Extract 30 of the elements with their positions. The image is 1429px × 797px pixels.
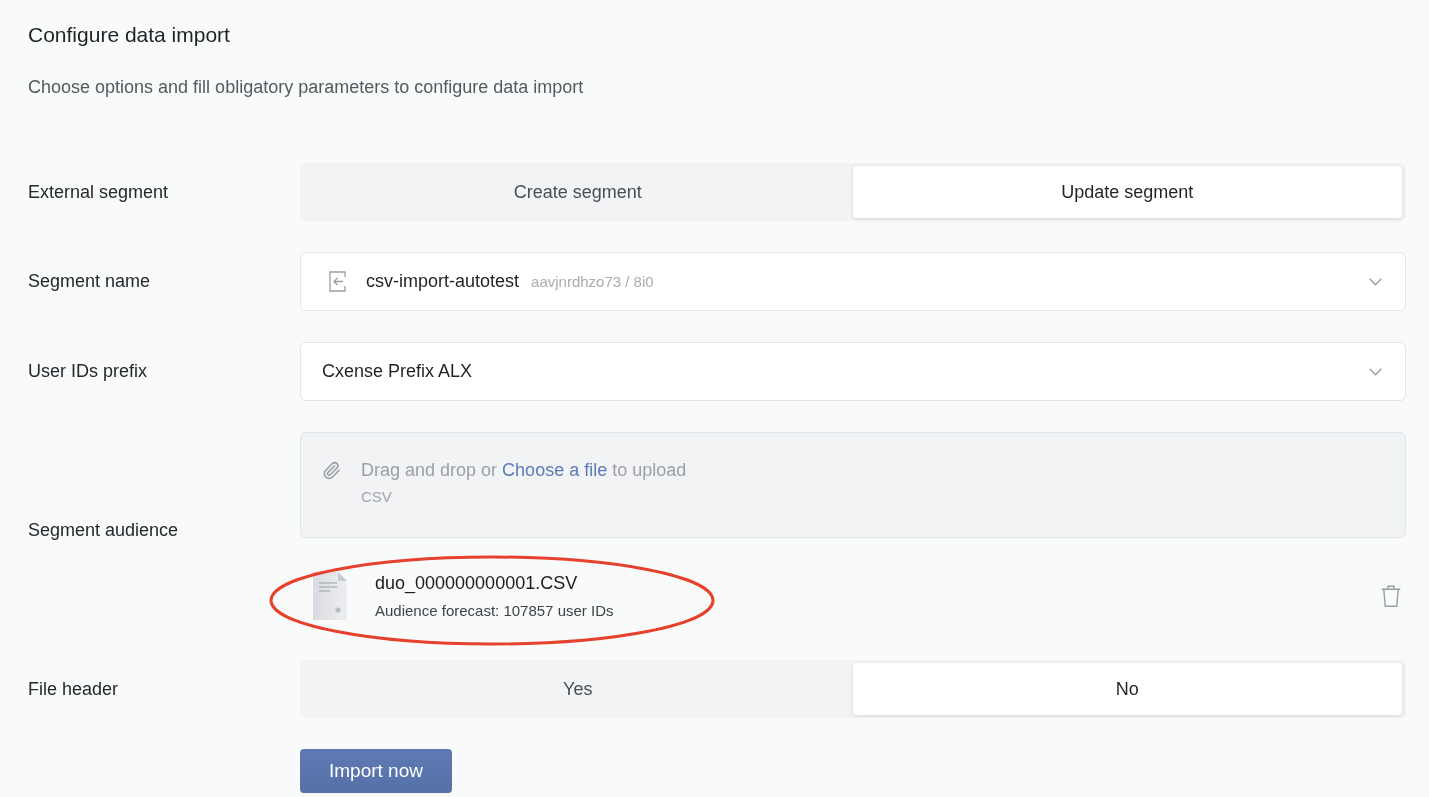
field-label: Segment name xyxy=(28,271,152,292)
field-label: File header xyxy=(28,678,120,700)
chevron-down-icon xyxy=(1369,367,1382,376)
field-label: Segment audience xyxy=(28,520,180,541)
segment-id: aavjnrdhzo73 / 8i0 xyxy=(531,273,654,290)
file-format-hint: CSV xyxy=(361,488,393,505)
upload-prompt: Drag and drop or Choose a file to upload xyxy=(361,459,687,482)
page-subtitle: Choose options and fill obligatory parameters to configure data import xyxy=(28,76,585,99)
chevron-down-icon xyxy=(1369,277,1382,286)
upload-dropzone[interactable]: Drag and drop or Choose a file to upload CSV xyxy=(300,432,1406,538)
select-field[interactable]: csv-import-autotest aavjnrdhzo73 / 8i0 xyxy=(300,252,1406,311)
field-label: User IDs prefix xyxy=(28,361,149,382)
trash-icon xyxy=(1381,584,1401,607)
delete-button[interactable] xyxy=(1381,584,1401,607)
file-icon xyxy=(313,571,347,620)
select-field[interactable]: Cxense Prefix ALX xyxy=(300,342,1406,401)
select-value: csv-import-autotest xyxy=(366,271,520,292)
audience-forecast: Audience forecast: 107857 user IDs xyxy=(375,601,614,619)
segment-option[interactable]: Update segment xyxy=(852,166,1402,218)
import-icon xyxy=(329,271,346,292)
segment-option[interactable]: Yes xyxy=(303,663,853,715)
paperclip-icon xyxy=(322,461,341,480)
import-button[interactable]: Import now xyxy=(300,749,452,793)
field-label: External segment xyxy=(28,181,170,203)
page-title: Configure data import xyxy=(28,22,231,48)
segment-option[interactable]: No xyxy=(852,663,1402,715)
segment-option[interactable]: Create segment xyxy=(303,166,853,218)
select-value: Cxense Prefix ALX xyxy=(322,361,473,382)
file-name: duo_000000000001.CSV xyxy=(375,572,578,594)
choose-file-link[interactable]: Choose a file xyxy=(502,460,608,480)
